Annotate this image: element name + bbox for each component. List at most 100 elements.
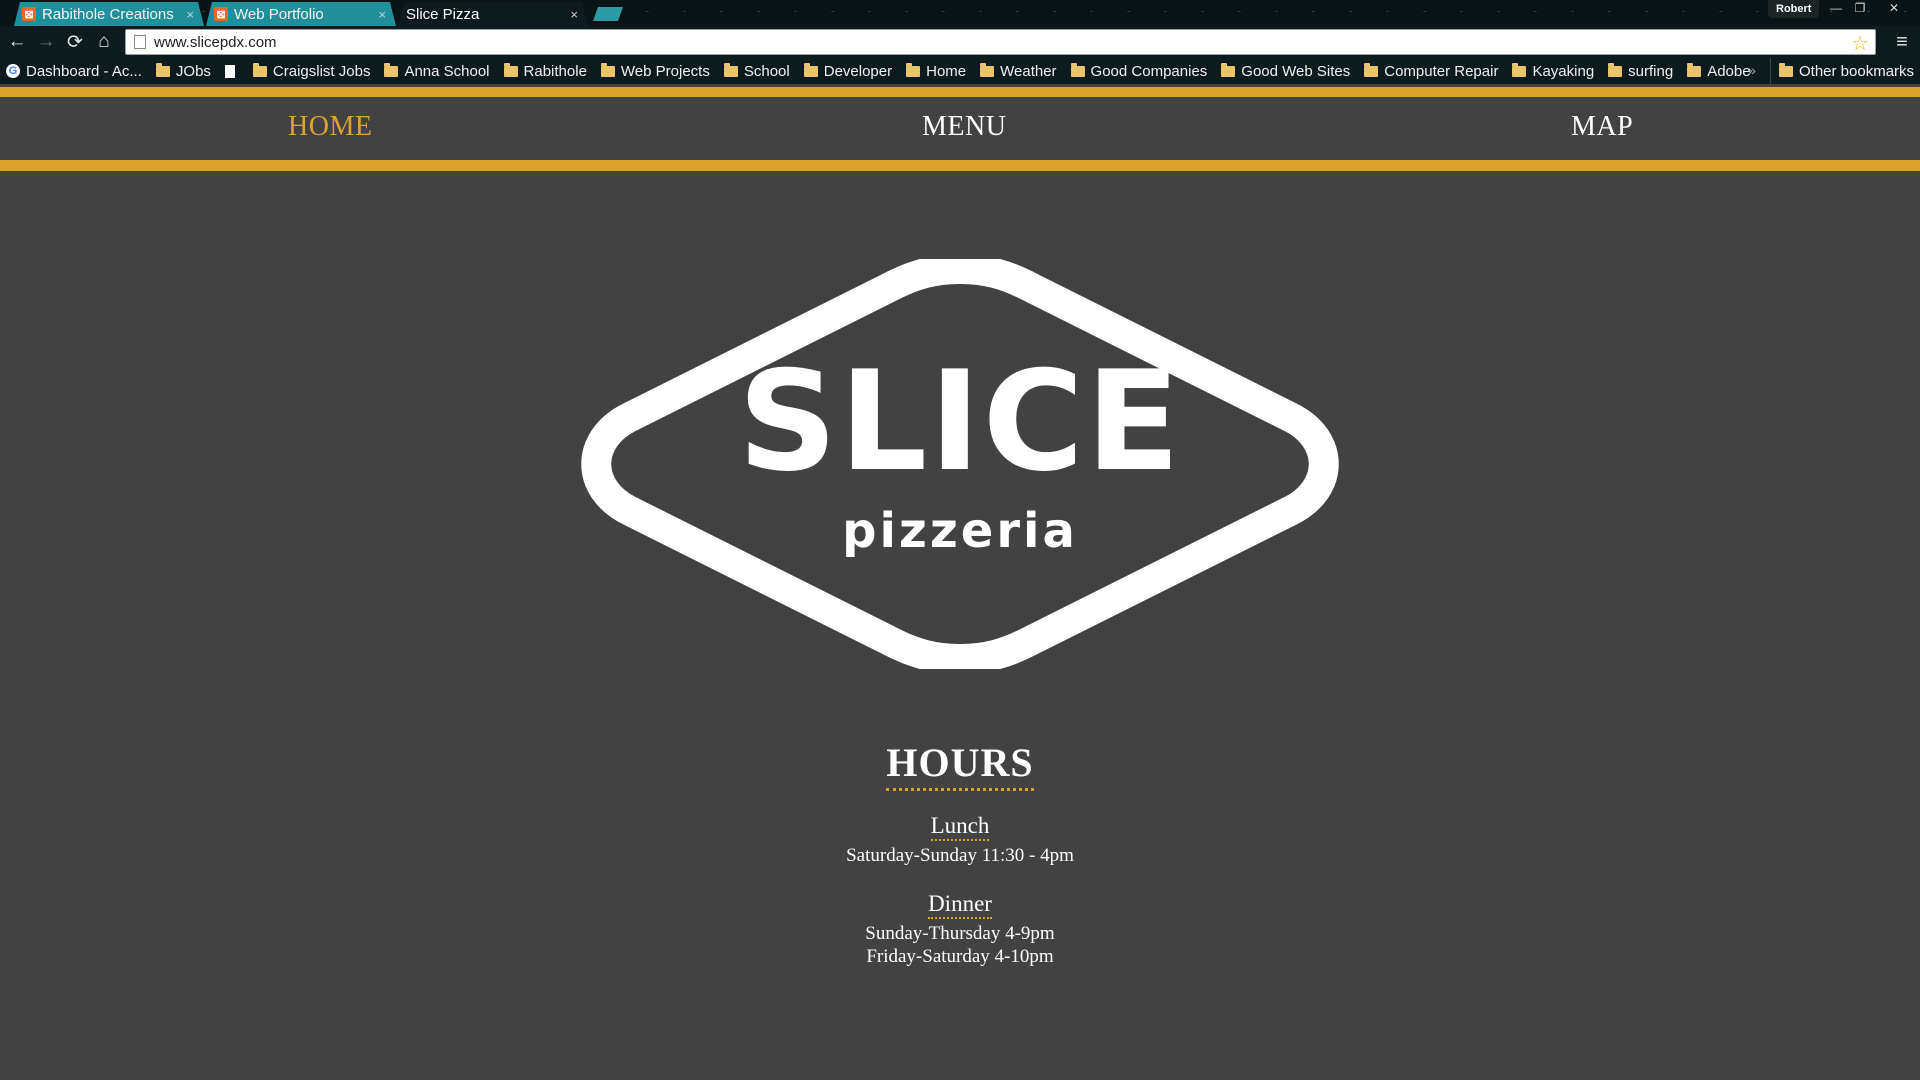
bookmark-label: Kayaking — [1532, 62, 1595, 80]
bookmark-label: Anna School — [404, 62, 490, 80]
lunch-hours: Saturday-Sunday 11:30 - 4pm — [846, 845, 1074, 866]
hours-heading: HOURS — [886, 739, 1034, 791]
close-icon[interactable]: × — [570, 7, 578, 22]
menu-icon[interactable]: ≡ — [1891, 31, 1913, 53]
bookmark-other-bookmarks[interactable]: Other bookmarks — [1770, 58, 1914, 84]
lunch-block: Lunch Saturday-Sunday 11:30 - 4pm — [0, 813, 1920, 867]
logo-brand-text: SLICE — [737, 341, 1183, 502]
tab-title: Rabithole Creations — [42, 5, 174, 23]
bookmark-label: Good Web Sites — [1241, 62, 1351, 80]
browser-titlebar: ⊠ Rabithole Creations × ⊠ Web Portfolio … — [0, 0, 1920, 26]
bookmarks-bar: G Dashboard - Ac... JObs Craigslist Jobs… — [0, 58, 1920, 84]
bookmark-page[interactable] — [224, 64, 239, 78]
folder-icon — [906, 62, 921, 77]
bookmark-label: Weather — [1000, 62, 1057, 80]
orange-square-icon: ⊠ — [214, 7, 228, 21]
bookmark-weather[interactable]: Weather — [980, 62, 1057, 80]
window-close-icon[interactable]: ✕ — [1882, 0, 1906, 16]
browser-toolbar: ← → ⟳ ⌂ ☆ ≡ — [0, 26, 1920, 58]
dinner-block: Dinner Sunday-Thursday 4-9pm Friday-Satu… — [0, 891, 1920, 968]
tab-web-portfolio[interactable]: ⊠ Web Portfolio × — [206, 2, 396, 26]
bookmark-developer[interactable]: Developer — [803, 62, 893, 80]
bookmark-surfing[interactable]: surfing — [1608, 62, 1673, 80]
bookmark-label: Web Projects — [620, 62, 710, 80]
bookmark-dashboard[interactable]: G Dashboard - Ac... — [6, 63, 142, 80]
dinner-heading: Dinner — [928, 891, 992, 919]
folder-icon — [600, 62, 615, 77]
bookmark-label: Home — [926, 62, 967, 80]
folder-icon — [1221, 62, 1236, 77]
bookmark-label: Dashboard - Ac... — [26, 62, 142, 80]
bookmark-rabithole[interactable]: Rabithole — [503, 62, 587, 80]
folder-icon — [384, 62, 399, 77]
bookmark-good-companies[interactable]: Good Companies — [1070, 62, 1208, 80]
tab-rabithole-creations[interactable]: ⊠ Rabithole Creations × — [14, 2, 204, 26]
nav-home-link[interactable]: HOME — [288, 111, 372, 143]
minimize-icon[interactable]: — — [1824, 0, 1848, 16]
nav-top-border — [0, 87, 1920, 97]
slice-pizzeria-logo: SLICE pizzeria — [575, 254, 1345, 674]
folder-icon — [803, 62, 818, 77]
bookmark-school[interactable]: School — [723, 62, 790, 80]
folder-icon — [503, 62, 518, 77]
address-bar[interactable]: ☆ — [125, 29, 1876, 55]
tab-title: Slice Pizza — [406, 5, 480, 23]
bookmark-computer-repair[interactable]: Computer Repair — [1364, 62, 1499, 80]
back-icon[interactable]: ← — [5, 31, 29, 53]
folder-icon — [1364, 62, 1379, 77]
bookmark-label: Rabithole — [523, 62, 587, 80]
nav-menu-link[interactable]: MENU — [922, 111, 1006, 143]
page-icon — [224, 64, 235, 78]
tab-title: Web Portfolio — [234, 5, 324, 23]
page-icon — [134, 35, 146, 49]
site-nav: HOME MENU MAP — [0, 97, 1920, 159]
tab-slice-pizza[interactable]: Slice Pizza × — [398, 2, 588, 26]
nav-map-link[interactable]: MAP — [1571, 111, 1633, 143]
restore-icon[interactable]: ❐ — [1848, 0, 1872, 16]
bookmark-anna-school[interactable]: Anna School — [384, 62, 490, 80]
home-icon[interactable]: ⌂ — [92, 31, 116, 53]
folder-icon — [980, 62, 995, 77]
bookmark-jobs[interactable]: JObs — [155, 62, 211, 80]
folder-icon — [1512, 62, 1527, 77]
folder-icon — [723, 62, 738, 77]
close-icon[interactable]: × — [378, 7, 386, 22]
logo-sub-text: pizzeria — [842, 503, 1078, 559]
bookmark-label: School — [743, 62, 790, 80]
google-icon: G — [6, 64, 20, 78]
bookmark-craigslist-jobs[interactable]: Craigslist Jobs — [252, 62, 371, 80]
dinner-hours-weekend: Friday-Saturday 4-10pm — [866, 946, 1054, 967]
bookmark-kayaking[interactable]: Kayaking — [1512, 62, 1595, 80]
bookmark-good-web-sites[interactable]: Good Web Sites — [1221, 62, 1351, 80]
bookmark-label: JObs — [175, 62, 211, 80]
nav-bottom-border — [0, 160, 1920, 171]
url-input[interactable] — [154, 33, 1834, 51]
folder-icon — [1779, 62, 1793, 77]
orange-square-icon: ⊠ — [22, 7, 36, 21]
bookmark-label: Good Companies — [1090, 62, 1208, 80]
web-page: HOME MENU MAP SLICE pizzeria HOURS Lunch… — [0, 84, 1920, 1080]
bookmark-star-icon[interactable]: ☆ — [1851, 31, 1869, 56]
bookmark-label: Computer Repair — [1384, 62, 1499, 80]
folder-icon — [1070, 62, 1085, 77]
folder-icon — [252, 62, 267, 77]
bookmarks-overflow-icon[interactable]: » — [1748, 62, 1756, 78]
bookmark-label: Adobe — [1707, 62, 1751, 80]
close-icon[interactable]: × — [186, 7, 194, 22]
bookmark-label: Craigslist Jobs — [272, 62, 371, 80]
dinner-hours-weekday: Sunday-Thursday 4-9pm — [865, 923, 1055, 944]
reload-icon[interactable]: ⟳ — [63, 31, 87, 53]
new-tab-button[interactable] — [593, 7, 623, 21]
profile-button[interactable]: Robert — [1768, 0, 1820, 18]
hours-section: HOURS Lunch Saturday-Sunday 11:30 - 4pm … — [0, 739, 1920, 968]
lunch-heading: Lunch — [930, 813, 990, 841]
folder-icon — [1687, 62, 1702, 77]
folder-icon — [155, 62, 170, 77]
folder-icon — [1608, 62, 1623, 77]
bookmark-home[interactable]: Home — [906, 62, 967, 80]
bookmark-web-projects[interactable]: Web Projects — [600, 62, 710, 80]
bookmark-adobe[interactable]: Adobe — [1687, 62, 1751, 80]
forward-icon[interactable]: → — [34, 31, 58, 53]
bookmark-label: Other bookmarks — [1799, 62, 1915, 80]
bookmark-label: Developer — [823, 62, 893, 80]
